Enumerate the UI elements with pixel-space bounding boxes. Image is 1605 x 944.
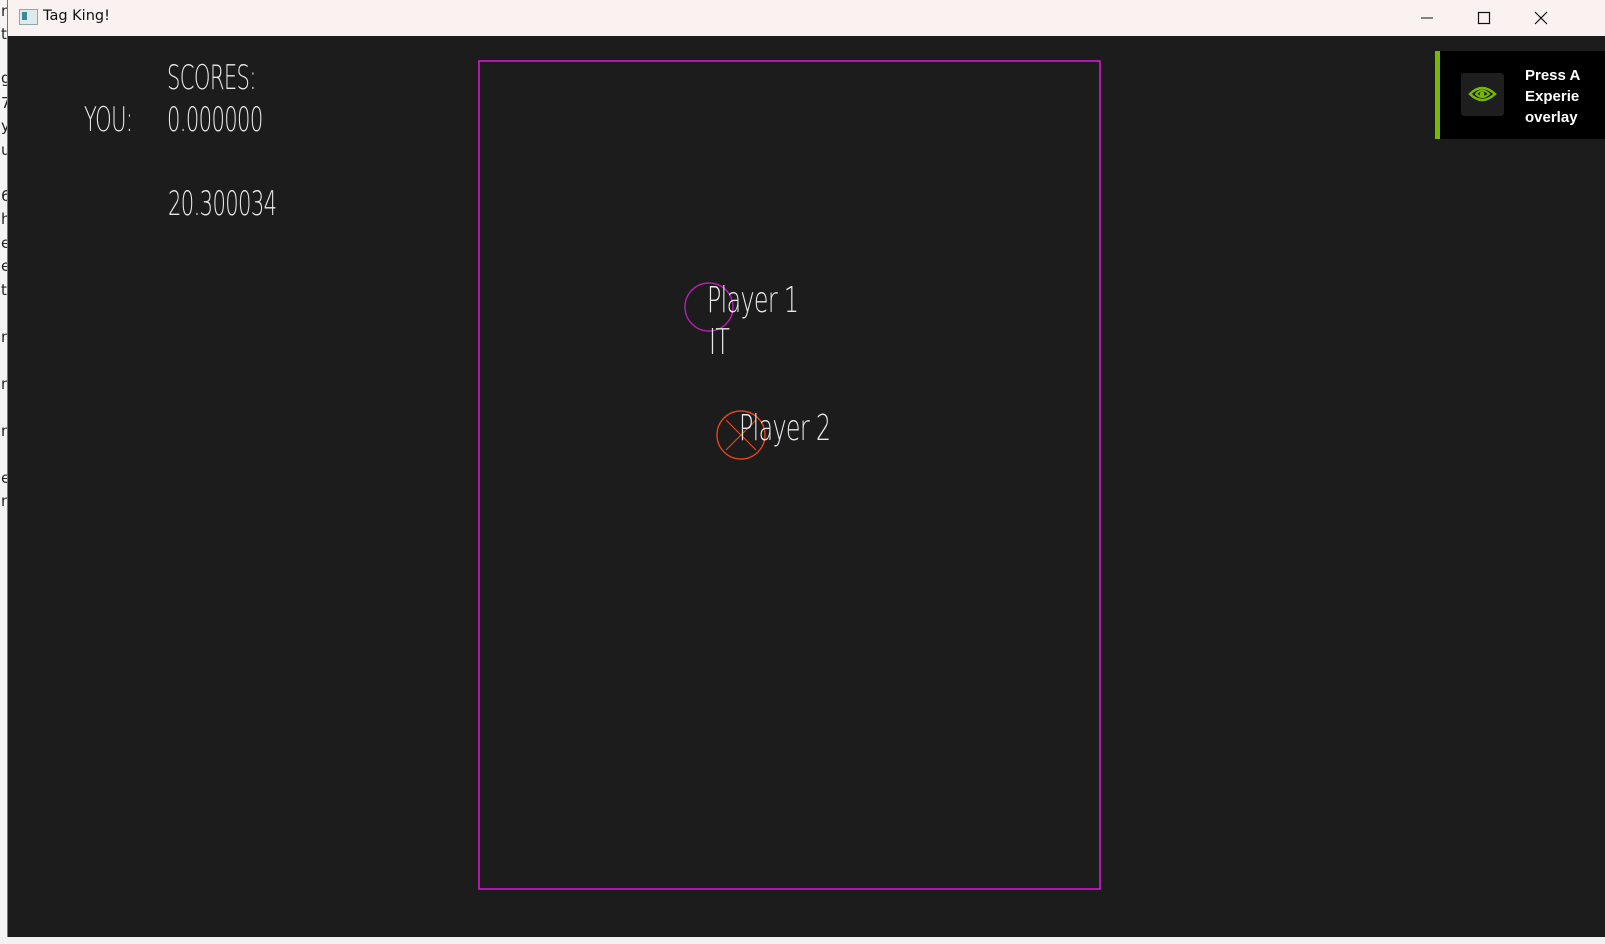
arena-border [478,60,1101,890]
minimize-icon [1421,17,1433,19]
game-field [478,60,1101,890]
overlay-line: overlay [1525,109,1578,126]
game-canvas[interactable]: SCORES: YOU: 0.000000 20.300034 Player 1… [8,36,1605,937]
overlay-line: Experie [1525,88,1580,105]
you-score: 0.000000 [167,100,263,140]
nvidia-overlay-notification[interactable]: Press A Experie overlay [1435,51,1605,139]
you-label: YOU: [84,100,133,140]
overlay-message: Press A Experie overlay [1525,65,1605,128]
nvidia-icon [1461,73,1504,116]
maximize-icon [1477,11,1491,25]
app-window: Tag King! SCORES: YOU: 0.000000 20.30003… [7,0,1605,937]
player-2-name: Player 2 [739,408,831,449]
window-title: Tag King! [43,8,110,24]
scores-label: SCORES: [167,58,256,98]
overlay-line: Press A [1525,67,1581,84]
player-1-name: Player 1 [707,280,799,321]
title-bar[interactable]: Tag King! [8,0,1605,37]
maximize-button[interactable] [1456,0,1512,36]
player-1-status: IT [709,322,730,363]
desktop-bottom-edge [0,937,1605,944]
background-desktop-char: t [1,25,7,43]
app-icon [19,9,38,25]
other-score: 20.300034 [168,184,277,224]
close-button[interactable] [1513,0,1569,36]
background-desktop-char: t [1,281,7,299]
minimize-button[interactable] [1399,0,1455,36]
close-icon [1534,11,1548,25]
